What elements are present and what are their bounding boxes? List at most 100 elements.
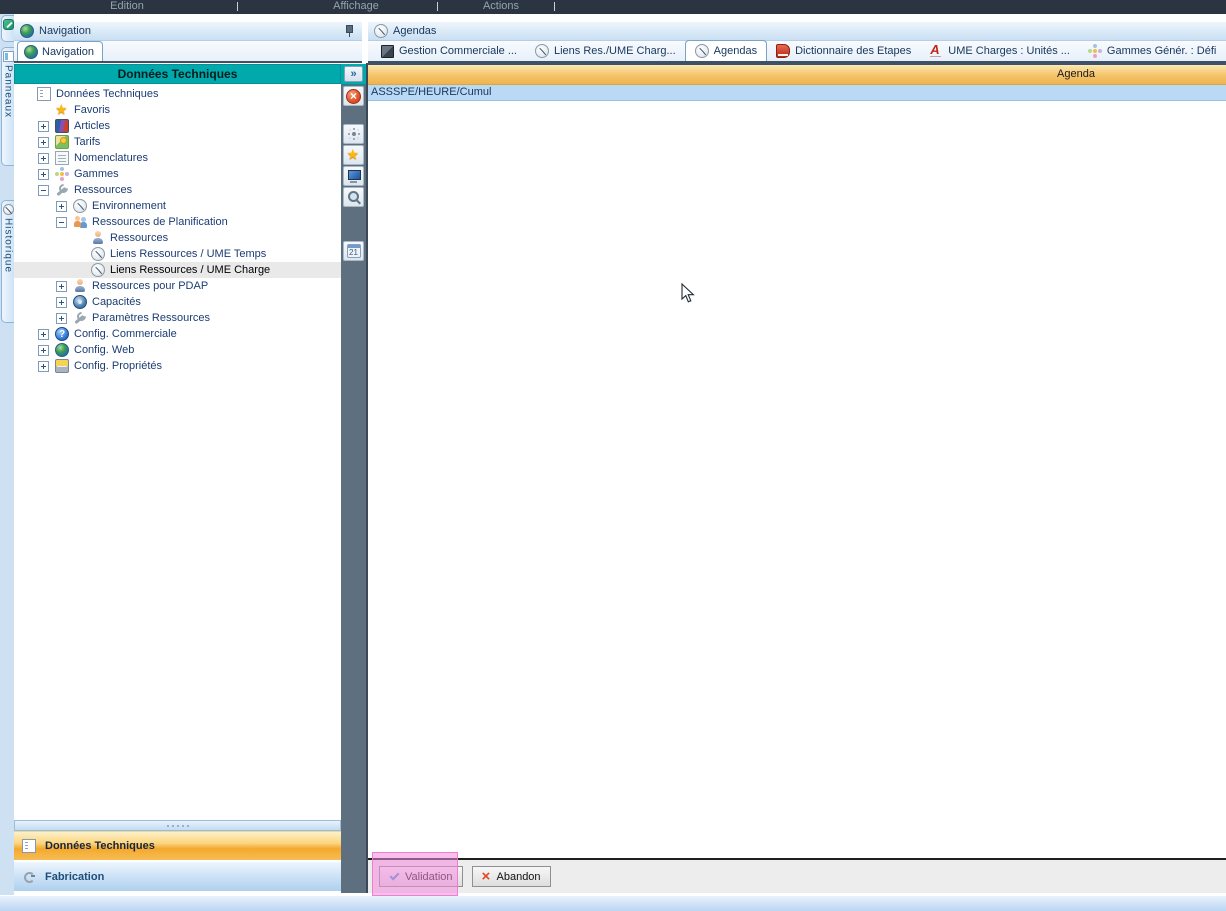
tab-label: Gammes Génér. : Défi [1107,45,1216,57]
tree-item[interactable]: Articles [14,118,341,134]
team-icon [73,215,87,229]
tree-item[interactable]: Capacités [14,294,341,310]
globe-icon [55,343,69,357]
tab-ume-charges-unit-s[interactable]: UME Charges : Unités ... [920,41,1079,61]
nav-group-fabrication[interactable]: Fabrication [14,860,341,891]
close-button[interactable] [343,86,364,106]
clock-icon [91,263,105,277]
tree-item[interactable]: Paramètres Ressources [14,310,341,326]
tree-item[interactable]: Gammes [14,166,341,182]
collapse-panel-button[interactable]: » [344,66,363,82]
check-icon [389,872,400,881]
dock-tab-label: Panneaux [3,65,14,118]
expand-icon[interactable] [38,329,49,340]
collapse-icon[interactable] [56,217,67,228]
globe-icon [20,24,34,38]
expand-icon[interactable] [38,361,49,372]
collapse-icon[interactable] [38,185,49,196]
grid-column-label: Agenda [1036,68,1116,80]
expand-icon[interactable] [56,281,67,292]
menu-item-edition[interactable]: Edition [95,0,159,13]
magnifier-button[interactable] [343,187,364,207]
navigation-tabstrip: Navigation [14,41,362,63]
workstation-button[interactable] [343,166,364,186]
expand-icon[interactable] [38,137,49,148]
menu-item-actions[interactable]: Actions [470,0,532,13]
navigation-tree: Données TechniquesFavoris Articles TarifsN… [14,84,341,822]
dock-tab-label: Historique [3,218,14,273]
grid-column-header[interactable]: Agenda [368,65,1226,85]
tab-dictionnaire-des-etapes[interactable]: Dictionnaire des Etapes [767,41,920,61]
tab-label: Agendas [714,45,757,57]
tree-item[interactable]: Ressources [14,182,341,198]
menubar: Edition Affichage Actions [0,0,1226,14]
nav-group-label: Données Techniques [45,840,155,852]
expand-icon[interactable] [38,153,49,164]
expand-icon[interactable] [38,169,49,180]
tree-item[interactable]: Ressources de Planification [14,214,341,230]
tree-item[interactable]: Config. Propriétés [14,358,341,374]
tree-item[interactable]: Liens Ressources / UME Temps [14,246,341,262]
globe-icon [24,45,38,59]
tree-item-label: Config. Web [74,344,134,356]
tab-liens-res-ume-charg[interactable]: Liens Res./UME Charg... [526,41,685,61]
network-button[interactable] [343,124,364,144]
agendas-panel-header: Agendas [368,21,1226,41]
expand-icon[interactable] [56,297,67,308]
cube-icon [381,45,394,58]
nav-group-label: Fabrication [45,871,104,883]
clock-icon [374,24,388,38]
tree-item-label: Config. Commerciale [74,328,177,340]
favorites-star-button[interactable] [343,145,364,165]
tree-item[interactable]: Liens Ressources / UME Charge [14,262,341,278]
agendas-panel-title: Agendas [393,25,436,37]
person-icon [73,279,87,293]
tree-item[interactable]: Config. Commerciale [14,326,341,342]
notebook-icon [22,839,36,853]
tab-navigation[interactable]: Navigation [17,41,103,61]
calendar-21-button[interactable] [343,241,364,261]
tab-gestion-commerciale[interactable]: Gestion Commerciale ... [372,41,526,61]
document-tabstrip: Gestion Commerciale ...Liens Res./UME Ch… [368,41,1226,63]
expand-icon[interactable] [38,345,49,356]
tree-item[interactable]: Données Techniques [14,86,341,102]
panels-icon [3,51,14,62]
nav-group-donn-es-techniques[interactable]: Données Techniques [14,831,341,860]
clock-icon [91,247,105,261]
tree-item[interactable]: Config. Web [14,342,341,358]
nav-group-list: Données Techniques Fabrication [14,831,341,891]
tree-item-label: Gammes [74,168,119,180]
tree-item[interactable]: Environnement [14,198,341,214]
dock-tab-tools[interactable] [1,15,14,42]
validation-button[interactable]: Validation [379,866,463,887]
dock-tab-panneaux[interactable]: Panneaux [1,47,14,166]
menu-item-affichage[interactable]: Affichage [320,0,392,13]
tab-gammes-g-n-r-d-fi[interactable]: Gammes Génér. : Défi [1079,41,1225,61]
tree-item[interactable]: Favoris [14,102,341,118]
tree-item-label: Liens Ressources / UME Temps [110,248,266,260]
tree-header-extension: » [341,64,366,85]
tree-item[interactable]: Ressources pour PDAP [14,278,341,294]
expand-icon[interactable] [56,201,67,212]
splitter-handle[interactable] [14,820,341,831]
properties-server-icon [55,359,69,373]
menu-divider [237,2,238,11]
tree-item-label: Capacités [92,296,141,308]
grid-row-selected[interactable]: ASSSPE/HEURE/Cumul [368,85,1226,101]
capacity-icon [73,295,87,309]
favorites-star-icon [347,148,361,162]
expand-icon[interactable] [56,313,67,324]
expand-icon[interactable] [38,121,49,132]
menu-divider [437,2,438,11]
tree-item[interactable]: Tarifs [14,134,341,150]
tree-item-label: Articles [74,120,110,132]
dock-tab-historique[interactable]: Historique [1,200,14,323]
pin-icon[interactable] [342,24,356,38]
clock-icon [695,44,709,58]
tree-item-label: Environnement [92,200,166,212]
abandon-button[interactable]: Abandon [472,866,551,887]
tree-item[interactable]: Nomenclatures [14,150,341,166]
tab-agendas[interactable]: Agendas [685,40,767,61]
tree-item[interactable]: Ressources [14,230,341,246]
menu-divider [554,2,555,11]
